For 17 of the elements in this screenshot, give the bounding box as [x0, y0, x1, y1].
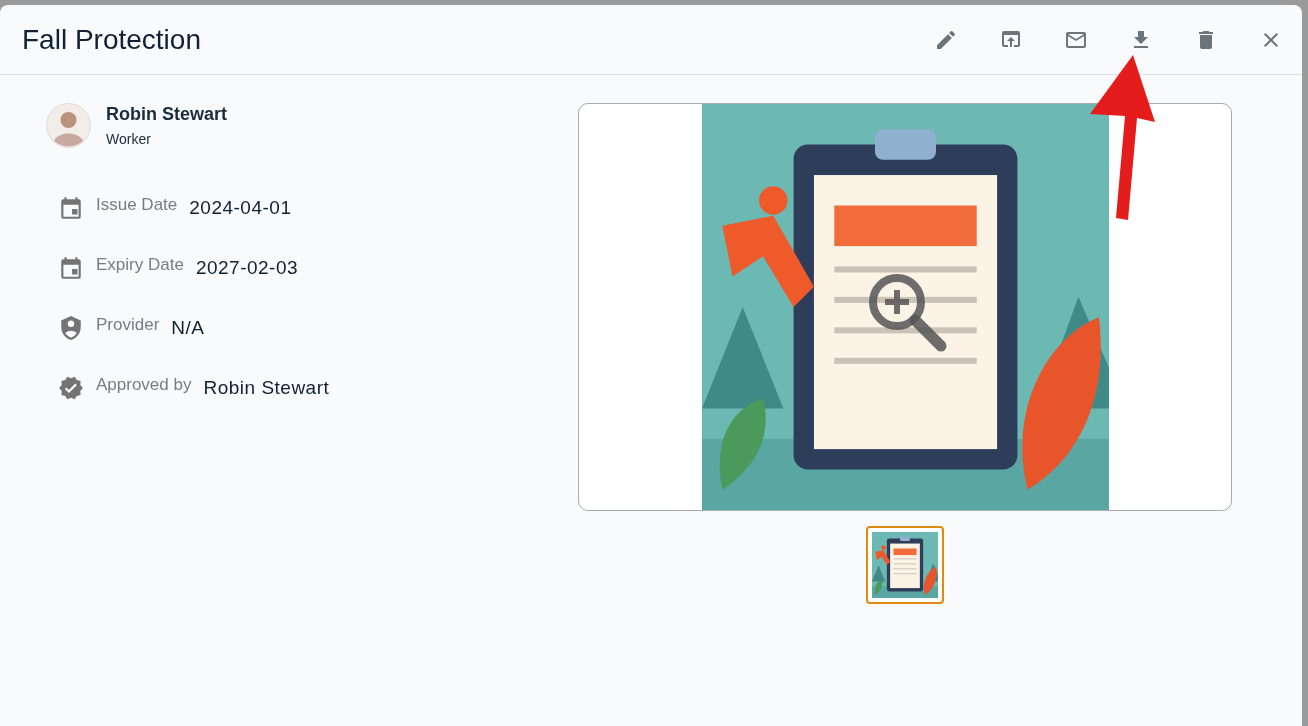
person-role: Worker	[106, 131, 152, 147]
detail-value: Robin Stewart	[203, 377, 330, 399]
thumbnail[interactable]	[866, 526, 944, 604]
dialog-title: Fall Protection	[22, 23, 202, 56]
detail-value: 2027-02-03	[195, 257, 299, 279]
shield-icon	[58, 315, 84, 341]
verified-badge-icon	[58, 375, 84, 401]
detail-label: Issue Date	[96, 195, 178, 215]
detail-label: Expiry Date	[96, 255, 184, 275]
avatar	[46, 103, 91, 148]
detail-value: N/A	[171, 317, 205, 339]
person-name: Robin Stewart	[106, 104, 227, 125]
detail-label: Provider	[96, 315, 160, 335]
calendar-icon	[58, 195, 84, 221]
detail-label: Approved by	[96, 375, 192, 395]
calendar-icon	[58, 255, 84, 281]
detail-value: 2024-04-01	[189, 197, 292, 219]
